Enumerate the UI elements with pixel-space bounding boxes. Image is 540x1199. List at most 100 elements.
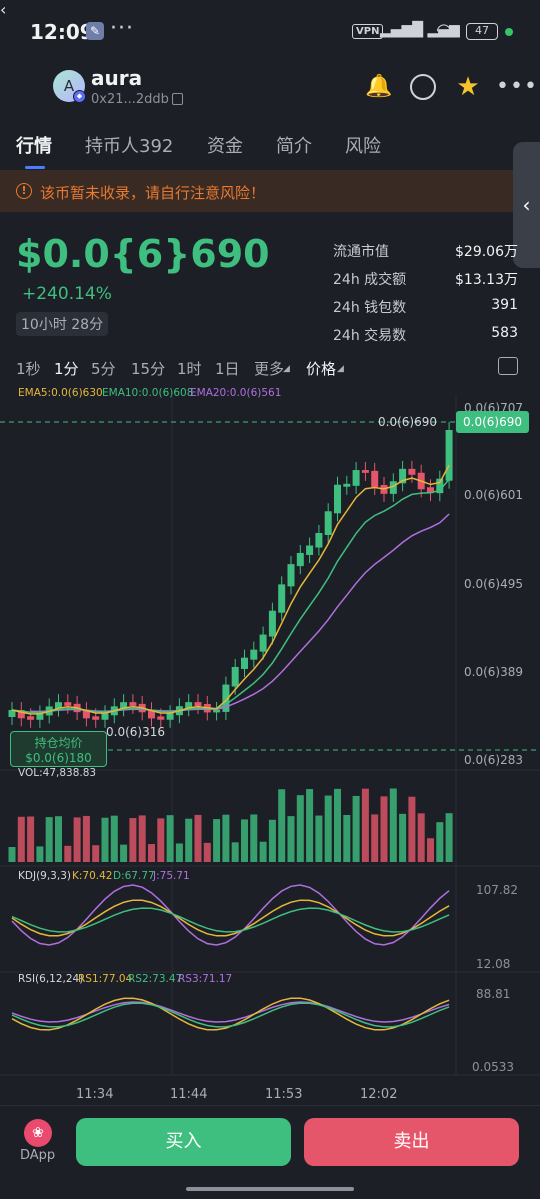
time-label-1: 11:34: [76, 1087, 114, 1102]
volume-bar: [268, 819, 276, 862]
candle: [129, 702, 137, 706]
volume-bar: [371, 814, 379, 862]
interval-1s[interactable]: 1秒: [16, 358, 41, 379]
home-indicator: [186, 1187, 354, 1191]
candle: [259, 634, 267, 652]
price-mode-toggle[interactable]: 价格: [306, 358, 336, 379]
low-price-label: 0.0(6)316: [106, 725, 165, 739]
volume-bar: [222, 814, 230, 862]
time-label-4: 12:02: [360, 1087, 398, 1102]
candle: [278, 584, 286, 613]
candle: [371, 470, 379, 488]
volume-bar: [82, 815, 90, 862]
volume-bar: [157, 818, 165, 862]
star-icon[interactable]: ★: [455, 74, 481, 100]
volume-bar: [306, 789, 314, 862]
candle: [324, 511, 332, 535]
candle: [296, 552, 304, 567]
time-label-3: 11:53: [265, 1087, 303, 1102]
sell-button[interactable]: 卖出: [304, 1118, 519, 1166]
candle: [231, 666, 239, 687]
interval-more[interactable]: 更多: [254, 358, 284, 379]
interval-1m[interactable]: 1分: [54, 358, 79, 379]
candle: [268, 610, 276, 637]
rsi-2-value: RS2:73.47: [128, 973, 183, 985]
buy-button[interactable]: 买入: [76, 1118, 291, 1166]
more-notifications-icon: ···: [110, 16, 134, 41]
price-tick-1: 0.0(6)601: [464, 488, 523, 502]
volume-bar: [213, 819, 221, 862]
stat-value-volume: $13.13万: [455, 272, 518, 288]
volume-bar: [389, 788, 397, 862]
more-dropdown-icon: ◢: [283, 364, 290, 374]
interval-1h[interactable]: 1时: [177, 358, 202, 379]
candle: [194, 702, 202, 706]
volume-bar: [110, 815, 118, 862]
tab-holders[interactable]: 持币人392: [85, 132, 173, 158]
status-bar: 12:09 ✎ ··· VPN ▂▄▆█ ▂▄▆ ◠ 47: [0, 0, 540, 62]
volume-bar: [241, 819, 248, 862]
stat-value-mcap: $29.06万: [455, 244, 518, 260]
tab-intro[interactable]: 简介: [276, 132, 312, 158]
vpn-icon: VPN: [352, 24, 384, 39]
candle: [64, 702, 72, 706]
candle: [306, 545, 314, 555]
copy-icon[interactable]: [172, 93, 183, 105]
tab-market[interactable]: 行情: [16, 132, 52, 158]
price-tick-2: 0.0(6)495: [464, 577, 523, 591]
interval-5m[interactable]: 5分: [91, 358, 116, 379]
tab-funds[interactable]: 资金: [207, 132, 243, 158]
interval-1d[interactable]: 1日: [215, 358, 240, 379]
volume-bar: [296, 795, 304, 862]
more-icon[interactable]: •••: [496, 74, 537, 100]
candle: [213, 709, 221, 713]
volume-bar: [166, 815, 174, 862]
volume-bar: [352, 795, 360, 862]
candle: [27, 716, 35, 720]
stat-label-wallets: 24h 钱包数: [333, 300, 407, 316]
avg-cost-value: $0.0(6)180: [25, 751, 92, 765]
volume-bar: [417, 813, 425, 862]
gauge-icon[interactable]: [410, 74, 436, 100]
wifi-icon: ◠: [436, 20, 452, 41]
volume-bar: [73, 817, 81, 862]
chart-settings-icon[interactable]: [498, 357, 518, 375]
candle: [334, 484, 341, 514]
volume-bar: [148, 844, 155, 862]
volume-bar: [324, 795, 332, 862]
candle: [361, 470, 369, 473]
volume-bar: [408, 796, 416, 862]
status-time: 12:09: [30, 20, 94, 44]
back-button[interactable]: ‹: [0, 0, 6, 19]
volume-bar: [445, 813, 453, 862]
volume-bar: [120, 844, 128, 862]
avg-cost-box: 持仓均价 $0.0(6)180: [10, 731, 107, 767]
volume-bar: [436, 822, 444, 862]
chain-badge-icon: ◆: [73, 90, 86, 103]
tab-risk[interactable]: 风险: [345, 132, 381, 158]
kdj-k-value: K:70.42: [72, 870, 113, 882]
dapp-label[interactable]: DApp: [20, 1148, 55, 1163]
volume-bar: [343, 814, 351, 862]
candle: [408, 468, 416, 475]
token-price: $0.0{6}690: [16, 232, 270, 276]
bell-icon[interactable]: 🔔: [365, 74, 392, 100]
volume-bar: [361, 788, 369, 862]
stat-label-mcap: 流通市值: [333, 244, 389, 260]
interval-15m[interactable]: 15分: [131, 358, 165, 379]
volume-bar: [315, 815, 323, 862]
candle: [445, 430, 453, 481]
candle: [343, 483, 351, 487]
price-tick-bottom: 0.0(6)283: [464, 753, 523, 767]
volume-bar: [27, 816, 35, 862]
candle: [250, 649, 258, 660]
dapp-icon[interactable]: ❀: [24, 1119, 52, 1147]
kdj-label: KDJ(9,3,3): [18, 870, 71, 882]
volume-bar: [92, 845, 100, 862]
stat-label-volume: 24h 成交额: [333, 272, 407, 288]
candle: [315, 532, 323, 548]
kdj-min: 12.08: [476, 957, 511, 971]
price-change: +240.14%: [22, 284, 112, 304]
stat-value-trades: 583: [491, 325, 518, 341]
battery-icon: 47: [466, 23, 498, 40]
